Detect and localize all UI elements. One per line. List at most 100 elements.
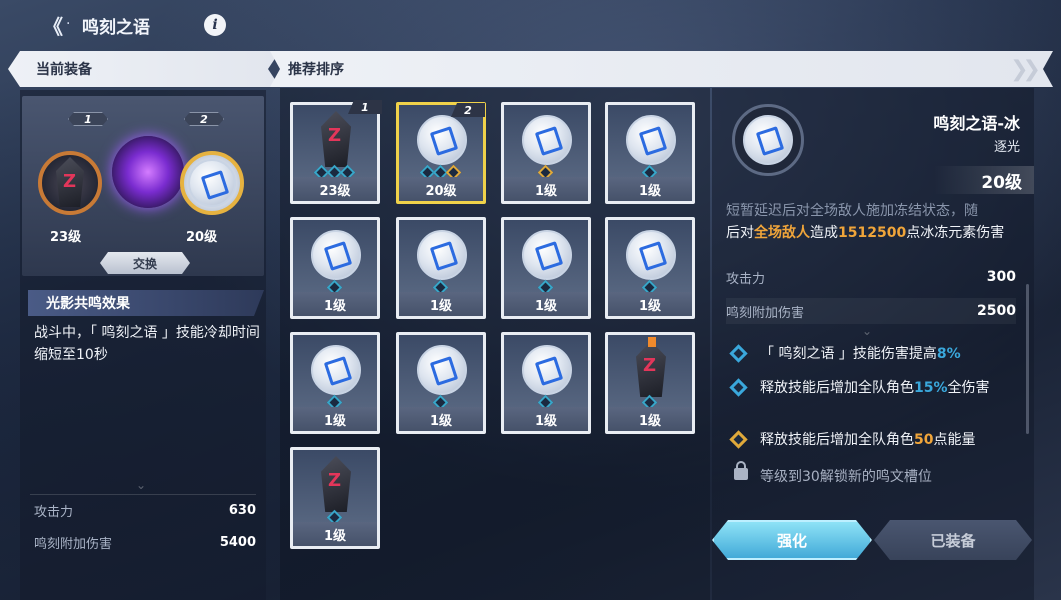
rune-card-art [293, 105, 377, 181]
gold-rune-icon [729, 430, 748, 449]
ice-gem-icon [417, 115, 467, 165]
back-chevron-icon: 《 [43, 14, 63, 39]
rune-card-level: 1级 [608, 292, 692, 316]
stat-value: 300 [986, 269, 1016, 285]
rune-card[interactable]: 2 20级 [396, 102, 486, 204]
rune-card-art [608, 105, 692, 181]
lock-icon [734, 461, 748, 480]
rune-card-level: 1级 [504, 177, 588, 201]
ice-gem-icon [311, 230, 361, 280]
swap-button[interactable]: 交换 [100, 252, 190, 274]
rune-card[interactable]: 1级 [501, 102, 591, 204]
effect-text: 释放技能后增加全队角色 [760, 432, 914, 448]
rune-card[interactable]: 1级 [396, 217, 486, 319]
left-stat-row: 攻击力 630 [34, 498, 256, 522]
page-title: 鸣刻之语 [82, 18, 150, 38]
current-equipment-title: 当前装备 [36, 62, 92, 78]
ice-gem-icon [522, 115, 572, 165]
title-separator: · [66, 16, 71, 32]
collapse-chevron-icon: ⌄ [136, 478, 147, 492]
locked-slot-row: 等级到30解锁新的鸣文槽位 [726, 461, 932, 486]
rune-card[interactable]: 1级 [605, 332, 695, 434]
stat-label: 鸣刻附加伤害 [34, 536, 113, 552]
stat-value: 2500 [977, 303, 1016, 319]
detail-description: 短暂延迟后对全场敌人施加冻结状态，随 后对全场敌人造成1512500点冰冻元素伤… [726, 200, 1016, 256]
back-button[interactable]: 《 [36, 12, 70, 39]
equipped-slots: 1 2 23级 20级 交换 [22, 96, 264, 276]
recommended-sort-header[interactable]: 推荐排序 ❯❯ [270, 51, 1053, 87]
effect-value: 50 [914, 432, 934, 448]
detail-panel: 鸣刻之语-冰 逐光 20级 短暂延迟后对全场敌人施加冻结状态，随 后对全场敌人造… [712, 88, 1034, 600]
detail-item-subtitle: 逐光 [993, 140, 1020, 155]
rune-card[interactable]: 1级 [501, 217, 591, 319]
effect-item: 释放技能后增加全队角色50点能量 [726, 430, 1026, 450]
rune-card-level: 1级 [608, 407, 692, 431]
equipped-button[interactable]: 已装备 [874, 520, 1032, 560]
rune-card-level: 1级 [293, 522, 377, 546]
info-icon-glyph: i [212, 17, 218, 33]
rune-card[interactable]: 1级 [605, 217, 695, 319]
rune-card-level: 20级 [399, 177, 483, 201]
slot-1-level: 23级 [50, 230, 82, 245]
info-icon[interactable]: i [204, 14, 226, 36]
rune-card[interactable]: 1 23级 [290, 100, 382, 204]
top-bar: 《 · 鸣刻之语 i [0, 0, 1061, 50]
resonance-effect-title: 光影共鸣效果 [28, 290, 264, 316]
rune-card-art [293, 220, 377, 296]
stat-label: 攻击力 [726, 271, 766, 287]
rune-card-art [504, 335, 588, 411]
rune-card[interactable]: 1级 [290, 332, 380, 434]
new-flag-icon [648, 337, 656, 347]
ice-gem-icon [626, 115, 676, 165]
current-equipment-header: 当前装备 [8, 51, 280, 87]
effect-text: 点能量 [933, 432, 976, 448]
rune-card-level: 23级 [293, 177, 377, 201]
dark-crystal-icon [321, 111, 351, 167]
detail-item-name: 鸣刻之语-冰 [933, 114, 1020, 133]
rune-card-art [399, 335, 483, 411]
equipped-slot-1[interactable] [38, 151, 102, 215]
resonance-effect-text: 战斗中，「 鸣刻之语 」技能冷却时间缩短至10秒 [34, 325, 260, 363]
rune-card-art [608, 220, 692, 296]
detail-stat-row: 攻击力 300 [726, 264, 1016, 290]
rune-card-art [293, 450, 377, 526]
stat-label: 鸣刻附加伤害 [726, 305, 805, 321]
rune-card-level: 1级 [504, 292, 588, 316]
rune-card[interactable]: 1级 [290, 217, 380, 319]
desc-highlight: 1512500 [838, 225, 907, 241]
dark-crystal-icon [636, 341, 666, 397]
resonance-orb-icon [112, 136, 184, 208]
ice-gem-icon [417, 230, 467, 280]
effect-text: 「 鸣刻之语 」技能伤害提高 [760, 346, 937, 362]
ice-gem-icon [417, 345, 467, 395]
rune-card[interactable]: 1级 [396, 332, 486, 434]
effect-item: 释放技能后增加全队角色15%全伤害 [726, 378, 1026, 398]
rune-card-level: 1级 [399, 292, 483, 316]
rune-grid: 1 23级 2 20级 1级 1级 1级 1级 1级 1级 1级 1级 1级 1级 1级 [280, 88, 710, 600]
locked-slot-text: 等级到30解锁新的鸣文槽位 [760, 469, 932, 485]
effect-value: 8% [936, 346, 961, 362]
dark-crystal-icon [321, 456, 351, 512]
rune-card-art [293, 335, 377, 411]
rune-card[interactable]: 1级 [605, 102, 695, 204]
slot-2-level: 20级 [186, 230, 218, 245]
rune-card[interactable]: 1级 [501, 332, 591, 434]
rune-card-art [608, 335, 692, 411]
rune-card[interactable]: 1级 [290, 447, 380, 549]
upgrade-button[interactable]: 强化 [712, 520, 872, 560]
stat-value: 630 [228, 502, 256, 518]
desc-part: 点冰冻元素伤害 [906, 225, 1005, 241]
desc-part: 造成 [810, 225, 838, 241]
detail-item-icon [732, 104, 804, 176]
blue-rune-icon [729, 378, 748, 397]
rune-card-art [504, 220, 588, 296]
desc-part: 短暂延迟后对全场敌人施加冻结状态，随 [726, 203, 978, 219]
left-stat-row: 鸣刻附加伤害 5400 [34, 530, 256, 554]
detail-scrollbar[interactable] [1026, 284, 1029, 434]
blue-rune-icon [729, 344, 748, 363]
ice-gem-icon [743, 115, 793, 165]
effect-value: 15% [914, 380, 948, 396]
slot-position-tag: 2 [451, 103, 485, 117]
equipped-slot-2[interactable] [180, 151, 244, 215]
rune-card-level: 1级 [293, 407, 377, 431]
